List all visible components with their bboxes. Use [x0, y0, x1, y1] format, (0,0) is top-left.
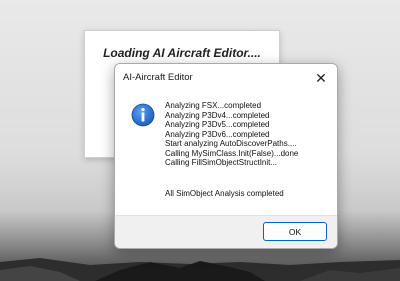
splash-title: Loading AI Aircraft Editor....: [103, 46, 261, 60]
close-icon: ✕: [315, 69, 327, 86]
dialog-footer: OK: [115, 215, 337, 248]
summary-text: All SimObject Analysis completed: [165, 189, 284, 198]
close-button[interactable]: ✕: [311, 68, 331, 88]
message-dialog: AI-Aircraft Editor ✕ Analyzing FSX...com…: [114, 63, 338, 249]
dialog-content: Analyzing FSX...completed Analyzing P3Dv…: [115, 92, 337, 216]
ok-button[interactable]: OK: [263, 222, 327, 241]
message-line: Calling MySimClass.Init(False)...done: [165, 148, 299, 158]
message-line: Analyzing P3Dv6...completed: [165, 129, 270, 139]
dialog-title: AI-Aircraft Editor: [123, 72, 193, 83]
title-bar[interactable]: AI-Aircraft Editor ✕: [115, 64, 337, 92]
message-list: Analyzing FSX...completed Analyzing P3Dv…: [165, 101, 298, 168]
message-line: Analyzing P3Dv4...completed: [165, 110, 270, 120]
message-line: Start analyzing AutoDiscoverPaths....: [165, 139, 297, 148]
info-icon: [131, 103, 155, 127]
message-line: Calling FillSimObjectStructInit...: [165, 158, 278, 167]
message-line: Analyzing FSX...completed: [165, 101, 262, 110]
message-line: Analyzing P3Dv5...completed: [165, 120, 270, 129]
